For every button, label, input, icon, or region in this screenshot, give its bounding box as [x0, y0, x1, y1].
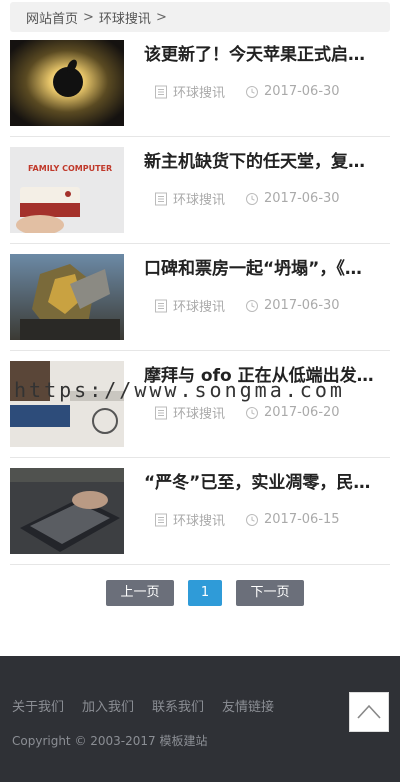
article-category: 环球搜讯 — [173, 407, 226, 422]
footer-link-about[interactable]: 关于我们 — [12, 696, 64, 715]
article-list: 该更新了！今天苹果正式启… 环球搜讯 2017-06-30 FAMILY COM… — [10, 30, 390, 565]
list-item[interactable]: “严冬”已至，实业凋零，民… 环球搜讯 2017-06-15 — [10, 458, 390, 565]
article-title[interactable]: 新主机缺货下的任天堂，复… — [144, 149, 384, 175]
article-thumbnail-laptop[interactable] — [10, 468, 124, 554]
prev-page-button[interactable]: 上一页 — [106, 580, 174, 606]
clock-icon — [246, 513, 259, 526]
article-meta: 环球搜讯 2017-06-15 — [154, 510, 340, 529]
article-thumbnail-famicom[interactable]: FAMILY COMPUTER — [10, 147, 124, 233]
current-page-button[interactable]: 1 — [188, 580, 222, 606]
clock-icon — [246, 406, 259, 419]
clock-icon — [246, 299, 259, 312]
footer-links: 关于我们 加入我们 联系我们 友情链接 — [12, 696, 292, 715]
article-meta: 环球搜讯 2017-06-30 — [154, 82, 340, 101]
article-category: 环球搜讯 — [173, 193, 226, 208]
pagination: 上一页 1 下一页 — [0, 580, 400, 606]
breadcrumb-category[interactable]: 环球搜讯 — [99, 8, 151, 27]
document-icon — [155, 85, 167, 98]
breadcrumb-separator: > — [155, 9, 167, 25]
article-thumbnail-apple[interactable] — [10, 40, 124, 126]
article-date: 2017-06-20 — [264, 405, 340, 420]
article-title[interactable]: “严冬”已至，实业凋零，民… — [144, 470, 384, 496]
list-item[interactable]: 口碑和票房一起“坍塌”，《… 环球搜讯 2017-06-30 — [10, 244, 390, 351]
document-icon — [155, 513, 167, 526]
footer-link-friends[interactable]: 友情链接 — [222, 696, 274, 715]
breadcrumb: 网站首页 > 环球搜讯 > — [10, 2, 390, 32]
article-meta: 环球搜讯 2017-06-30 — [154, 296, 340, 315]
article-category: 环球搜讯 — [173, 514, 226, 529]
footer: 关于我们 加入我们 联系我们 友情链接 Copyright © 2003-201… — [0, 656, 400, 782]
breadcrumb-separator: > — [83, 9, 94, 25]
breadcrumb-home[interactable]: 网站首页 — [26, 8, 78, 27]
article-category: 环球搜讯 — [173, 300, 226, 315]
article-thumbnail-transformers[interactable] — [10, 254, 124, 340]
list-item[interactable]: 摩拜与 ofo 正在从低端出发… 环球搜讯 2017-06-20 — [10, 351, 390, 458]
article-thumbnail-bike[interactable] — [10, 361, 124, 447]
chevron-up-icon — [357, 704, 381, 719]
article-date: 2017-06-30 — [264, 84, 340, 99]
article-meta: 环球搜讯 2017-06-20 — [154, 403, 340, 422]
article-title[interactable]: 摩拜与 ofo 正在从低端出发… — [144, 363, 384, 389]
thumbnail-brand-text: FAMILY COMPUTER — [28, 164, 112, 173]
back-to-top-button[interactable] — [349, 692, 389, 732]
next-page-button[interactable]: 下一页 — [236, 580, 304, 606]
document-icon — [155, 299, 167, 312]
article-date: 2017-06-30 — [264, 298, 340, 313]
article-category: 环球搜讯 — [173, 86, 226, 101]
article-title[interactable]: 口碑和票房一起“坍塌”，《… — [144, 256, 384, 282]
clock-icon — [246, 192, 259, 205]
footer-copyright: Copyright © 2003-2017 模板建站 — [12, 734, 208, 748]
document-icon — [155, 192, 167, 205]
clock-icon — [246, 85, 259, 98]
article-date: 2017-06-15 — [264, 512, 340, 527]
document-icon — [155, 406, 167, 419]
footer-link-join[interactable]: 加入我们 — [82, 696, 134, 715]
list-item[interactable]: 该更新了！今天苹果正式启… 环球搜讯 2017-06-30 — [10, 30, 390, 137]
article-title[interactable]: 该更新了！今天苹果正式启… — [144, 42, 384, 68]
article-meta: 环球搜讯 2017-06-30 — [154, 189, 340, 208]
list-item[interactable]: FAMILY COMPUTER 新主机缺货下的任天堂，复… 环球搜讯 2017-… — [10, 137, 390, 244]
article-date: 2017-06-30 — [264, 191, 340, 206]
footer-link-contact[interactable]: 联系我们 — [152, 696, 204, 715]
